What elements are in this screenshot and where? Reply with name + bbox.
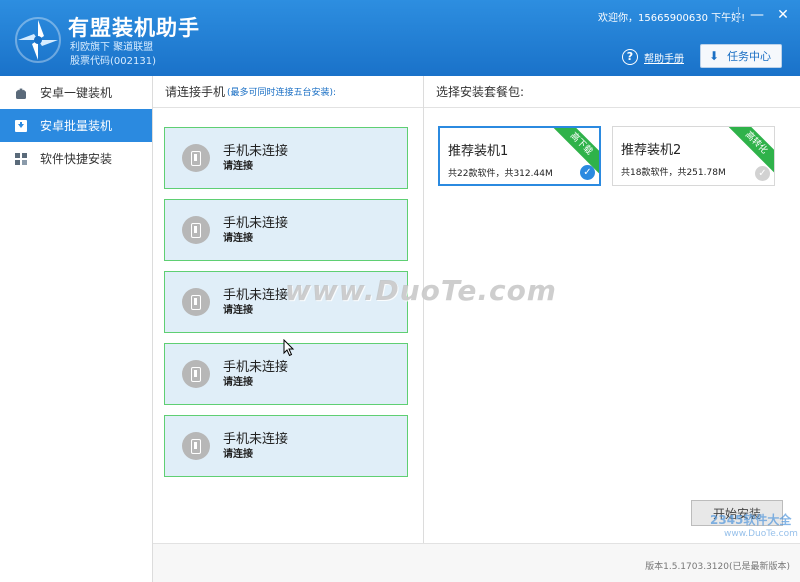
phone-icon xyxy=(182,432,210,460)
download-icon: ⬇ xyxy=(709,49,720,63)
sidebar-item-android-one-click[interactable]: 安卓一键装机 xyxy=(0,76,152,109)
app-subtitle-line2: 股票代码(002131) xyxy=(70,56,156,67)
check-icon: ✓ xyxy=(580,165,595,180)
batch-install-icon xyxy=(14,119,28,133)
phone-slot-sub: 请连接 xyxy=(223,376,253,388)
sidebar-item-label: 安卓批量装机 xyxy=(40,119,113,133)
phone-slot-sub: 请连接 xyxy=(223,232,253,244)
welcome-text: 欢迎你，15665900630 下午好! xyxy=(598,13,746,24)
phone-icon xyxy=(182,360,210,388)
phone-slot[interactable]: 手机未连接 请连接 xyxy=(164,127,408,189)
phone-icon xyxy=(182,216,210,244)
sidebar: 安卓一键装机 安卓批量装机 软件快捷安装 xyxy=(0,76,153,582)
package-subtitle: 共22款软件，共312.44M xyxy=(448,169,553,179)
package-selection-panel: 选择安装套餐包: 推荐装机1 共22款软件，共312.44M 高下载 ✓ 推荐装… xyxy=(424,76,800,543)
package-card-2[interactable]: 推荐装机2 共18款软件，共251.78M 高转化 ✓ xyxy=(612,126,775,186)
apps-grid-icon xyxy=(14,152,28,166)
phone-panel-note: (最多可同时连接五台安装): xyxy=(227,88,337,98)
start-install-button[interactable]: 开始安装 xyxy=(691,500,783,526)
phone-slot-sub: 请连接 xyxy=(223,160,253,172)
window-divider xyxy=(738,7,739,23)
app-title: 有盟装机助手 xyxy=(68,16,200,40)
help-icon: ? xyxy=(622,49,638,65)
sidebar-item-quick-install[interactable]: 软件快捷安装 xyxy=(0,142,152,175)
app-subtitle: 利欧旗下 聚道联盟 股票代码(002131) xyxy=(70,41,156,69)
phone-icon xyxy=(182,288,210,316)
help-manual-link[interactable]: ? 帮助手册 xyxy=(622,47,684,67)
phone-panel-title: 请连接手机 xyxy=(165,85,226,99)
mouse-cursor-icon xyxy=(283,339,295,357)
phone-panel-header: 请连接手机 (最多可同时连接五台安装): xyxy=(153,76,423,108)
sidebar-item-android-batch[interactable]: 安卓批量装机 xyxy=(0,109,152,142)
phone-slot-sub: 请连接 xyxy=(223,304,253,316)
phone-slot-title: 手机未连接 xyxy=(223,215,289,231)
version-text: 版本1.5.1703.3120(已是最新版本) xyxy=(645,562,790,572)
task-center-label: 任务中心 xyxy=(727,50,772,63)
phone-slot[interactable]: 手机未连接 请连接 xyxy=(164,199,408,261)
sidebar-item-label: 软件快捷安装 xyxy=(40,152,113,166)
package-title: 推荐装机2 xyxy=(621,143,682,158)
phone-connection-panel: 请连接手机 (最多可同时连接五台安装): 手机未连接 请连接 手机未连接 请连接… xyxy=(153,76,424,543)
phone-slot-title: 手机未连接 xyxy=(223,359,289,375)
package-card-1[interactable]: 推荐装机1 共22款软件，共312.44M 高下载 ✓ xyxy=(438,126,601,186)
phone-slot-sub: 请连接 xyxy=(223,448,253,460)
check-icon: ✓ xyxy=(755,166,770,181)
phone-slot-title: 手机未连接 xyxy=(223,287,289,303)
app-logo-icon xyxy=(15,17,61,63)
close-button[interactable]: ✕ xyxy=(770,4,796,26)
title-bar: 有盟装机助手 利欧旗下 聚道联盟 股票代码(002131) 欢迎你，156659… xyxy=(0,0,800,76)
sidebar-item-label: 安卓一键装机 xyxy=(40,86,113,100)
app-subtitle-line1: 利欧旗下 聚道联盟 xyxy=(70,42,154,53)
status-bar: 版本1.5.1703.3120(已是最新版本) xyxy=(153,543,800,582)
phone-slot[interactable]: 手机未连接 请连接 xyxy=(164,271,408,333)
package-subtitle: 共18款软件，共251.78M xyxy=(621,168,726,178)
package-panel-header: 选择安装套餐包: xyxy=(424,76,800,108)
help-manual-label: 帮助手册 xyxy=(644,53,684,65)
android-icon xyxy=(14,86,28,100)
minimize-button[interactable]: — xyxy=(744,4,770,26)
package-title: 推荐装机1 xyxy=(448,144,509,159)
package-panel-title: 选择安装套餐包: xyxy=(436,85,525,99)
phone-slot-title: 手机未连接 xyxy=(223,431,289,447)
phone-slot-title: 手机未连接 xyxy=(223,143,289,159)
phone-icon xyxy=(182,144,210,172)
task-center-button[interactable]: ⬇ 任务中心 xyxy=(700,44,782,68)
phone-slot[interactable]: 手机未连接 请连接 xyxy=(164,415,408,477)
